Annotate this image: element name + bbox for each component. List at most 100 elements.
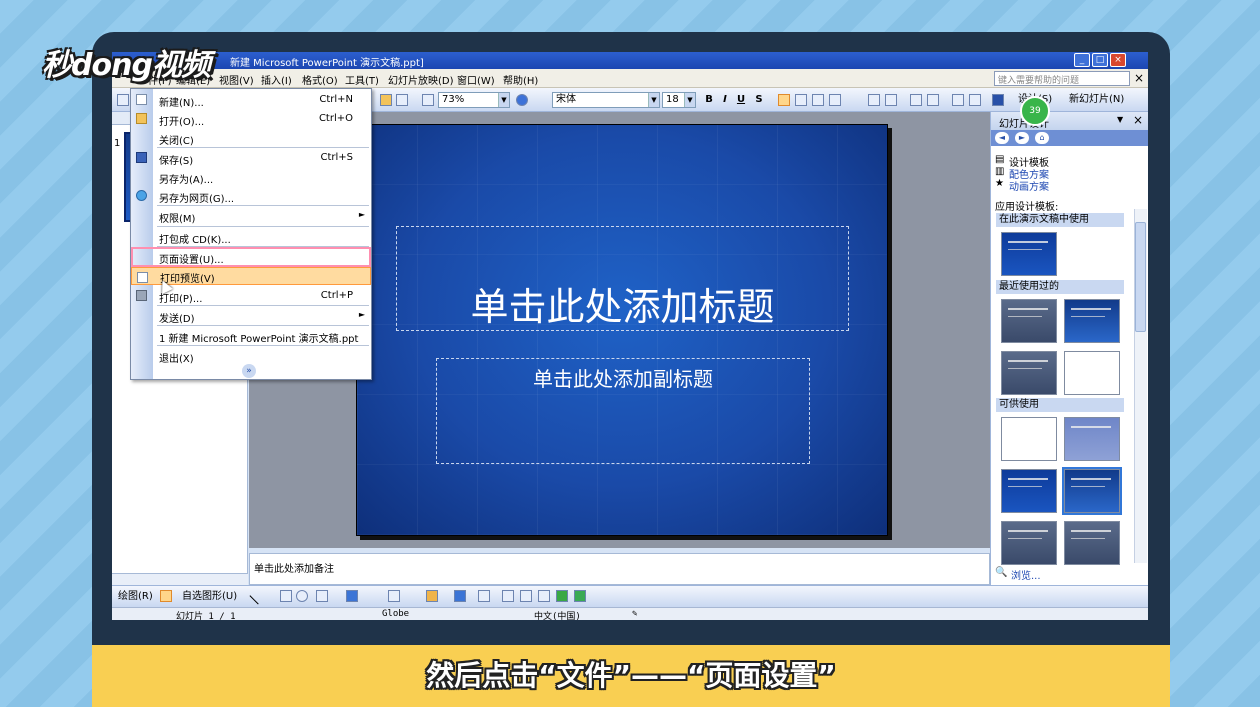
draw-menu-button[interactable]: 绘图(R): [118, 589, 153, 605]
menu-window[interactable]: 窗口(W): [457, 72, 495, 87]
fill-color-icon[interactable]: [426, 590, 438, 602]
menu-item-package-cd[interactable]: 打包成 CD(K)...: [131, 227, 371, 246]
close-icon[interactable]: ×: [1133, 113, 1143, 127]
title-bar: 新建 Microsoft PowerPoint 演示文稿.ppt] _ □ ×: [112, 52, 1148, 69]
align-right-icon[interactable]: [812, 94, 824, 106]
shadow-button[interactable]: S: [752, 92, 766, 108]
help-search-input[interactable]: 键入需要帮助的问题: [994, 71, 1130, 86]
3d-style-icon[interactable]: [574, 590, 586, 602]
link-animation-scheme[interactable]: 动画方案: [1009, 178, 1049, 193]
zoom-combo[interactable]: 73% ▼: [438, 92, 510, 108]
rectangle-icon[interactable]: [280, 590, 292, 602]
align-left-icon[interactable]: [778, 94, 790, 106]
menu-item-page-setup[interactable]: 页面设置(U)...: [131, 247, 371, 267]
menu-item-exit[interactable]: 退出(X): [131, 346, 371, 365]
distribute-icon[interactable]: [829, 94, 841, 106]
new-slide-button[interactable]: 新幻灯片(N): [1069, 92, 1124, 108]
task-pane-nav: ◄ ► ⌂: [991, 130, 1148, 146]
table-icon[interactable]: [396, 94, 408, 106]
textbox-icon[interactable]: [316, 590, 328, 602]
task-pane-scroll-thumb[interactable]: [1135, 222, 1146, 332]
menu-tools[interactable]: 工具(T): [345, 72, 379, 87]
new-icon[interactable]: [117, 94, 129, 106]
back-icon[interactable]: ◄: [995, 132, 1009, 144]
template-thumb[interactable]: [1064, 299, 1120, 343]
close-button[interactable]: ×: [1110, 53, 1126, 67]
menu-item-shortcut: Ctrl+S: [320, 152, 353, 163]
menu-item-new[interactable]: 新建(N)... Ctrl+N: [131, 90, 371, 109]
line-style-icon[interactable]: [502, 590, 514, 602]
picture-icon[interactable]: [388, 590, 400, 602]
title-placeholder[interactable]: 单击此处添加标题: [396, 226, 849, 331]
numbering-icon[interactable]: [868, 94, 880, 106]
shadow-style-icon[interactable]: [556, 590, 568, 602]
template-thumb[interactable]: [1001, 351, 1057, 395]
menu-item-save-as[interactable]: 另存为(A)...: [131, 167, 371, 186]
decrease-indent-icon[interactable]: [952, 94, 964, 106]
autoshapes-button[interactable]: 自选图形(U): [182, 589, 237, 605]
menu-item-close[interactable]: 关闭(C): [131, 128, 371, 147]
section-used-in-presentation: 在此演示文稿中使用: [996, 213, 1124, 227]
menu-item-open[interactable]: 打开(O)... Ctrl+O: [131, 109, 371, 128]
template-thumb-selected[interactable]: [1062, 467, 1122, 515]
align-center-icon[interactable]: [795, 94, 807, 106]
task-pane: 幻灯片设计 ▼ × ◄ ► ⌂ ▤ 设计模板 ▥ 配色方案 ★ 动画方案 应用设…: [990, 112, 1148, 585]
font-size-combo[interactable]: 18 ▼: [662, 92, 696, 108]
menu-item-label: 另存为网页(G)...: [159, 194, 235, 205]
menu-item-save-as-web[interactable]: 另存为网页(G)...: [131, 186, 371, 205]
help-icon[interactable]: [516, 94, 528, 106]
notes-pane[interactable]: 单击此处添加备注: [249, 553, 990, 585]
template-thumb[interactable]: [1064, 351, 1120, 395]
increase-indent-icon[interactable]: [969, 94, 981, 106]
dash-style-icon[interactable]: [520, 590, 532, 602]
doc-close-button[interactable]: ×: [1134, 71, 1144, 85]
maximize-button[interactable]: □: [1092, 53, 1108, 67]
slide[interactable]: 单击此处添加标题 单击此处添加副标题: [356, 124, 888, 536]
italic-button[interactable]: I: [718, 92, 732, 108]
expand-menu-icon[interactable]: »: [242, 364, 256, 378]
menu-view[interactable]: 视图(V): [219, 72, 254, 87]
chart-icon[interactable]: [380, 94, 392, 106]
menu-bar: 件(F) 编辑(E) 视图(V) 插入(I) 格式(O) 工具(T) 幻灯片放映…: [112, 69, 1148, 88]
template-thumb[interactable]: [1001, 232, 1057, 276]
chevron-down-icon[interactable]: ▼: [1117, 115, 1123, 124]
line-icon[interactable]: [249, 587, 267, 605]
section-available: 可供使用: [996, 398, 1124, 412]
forward-icon[interactable]: ►: [1015, 132, 1029, 144]
wordart-icon[interactable]: [346, 590, 358, 602]
template-thumb[interactable]: [1064, 417, 1120, 461]
font-combo[interactable]: 宋体 ▼: [552, 92, 660, 108]
grid-icon[interactable]: [422, 94, 434, 106]
oval-icon[interactable]: [296, 590, 308, 602]
underline-button[interactable]: U: [734, 92, 748, 108]
grow-font-icon[interactable]: [910, 94, 922, 106]
menu-insert[interactable]: 插入(I): [261, 72, 292, 87]
template-thumb[interactable]: [1001, 299, 1057, 343]
menu-item-recent-file[interactable]: 1 新建 Microsoft PowerPoint 演示文稿.ppt: [131, 326, 371, 345]
bold-button[interactable]: B: [702, 92, 716, 108]
shrink-font-icon[interactable]: [927, 94, 939, 106]
menu-item-send[interactable]: 发送(D) ►: [131, 306, 371, 325]
template-thumb[interactable]: [1001, 417, 1057, 461]
select-pointer-icon[interactable]: [160, 590, 172, 602]
menu-help[interactable]: 帮助(H): [503, 72, 538, 87]
subtitle-placeholder[interactable]: 单击此处添加副标题: [436, 358, 810, 464]
slides-pane-scrollbar[interactable]: [112, 573, 248, 585]
bullets-icon[interactable]: [885, 94, 897, 106]
menu-item-save[interactable]: 保存(S) Ctrl+S: [131, 148, 371, 167]
home-icon[interactable]: ⌂: [1035, 132, 1049, 144]
font-color-icon[interactable]: [992, 94, 1004, 106]
template-thumb[interactable]: [1001, 469, 1057, 513]
menu-format[interactable]: 格式(O): [302, 72, 338, 87]
menu-item-permission[interactable]: 权限(M) ►: [131, 206, 371, 225]
menu-slideshow[interactable]: 幻灯片放映(D): [388, 72, 454, 87]
menu-item-label: 新建(N)...: [159, 98, 204, 109]
arrow-style-icon[interactable]: [538, 590, 550, 602]
minimize-button[interactable]: _: [1074, 53, 1090, 67]
browse-link[interactable]: 浏览...: [1011, 567, 1041, 582]
font-color-icon[interactable]: [478, 590, 490, 602]
template-thumb[interactable]: [1001, 521, 1057, 565]
menu-item-label: 发送(D): [159, 314, 195, 325]
template-thumb[interactable]: [1064, 521, 1120, 565]
line-color-icon[interactable]: [454, 590, 466, 602]
